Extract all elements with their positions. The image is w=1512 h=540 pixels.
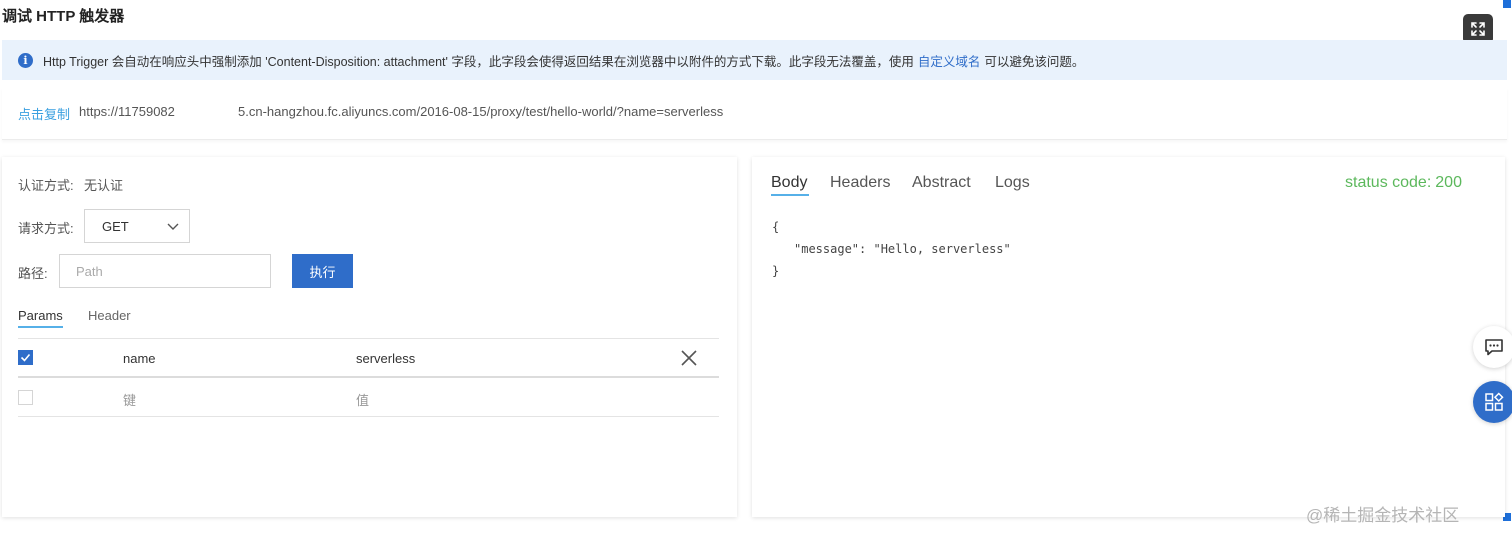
- run-button[interactable]: 执行: [292, 254, 353, 288]
- method-select[interactable]: GET: [84, 209, 190, 243]
- corner-marker: [1503, 0, 1511, 8]
- tab-body[interactable]: Body: [771, 174, 807, 192]
- tab-header[interactable]: Header: [88, 308, 131, 323]
- expand-icon: [1471, 22, 1485, 36]
- divider: [18, 338, 719, 339]
- code-line: "message": "Hello, serverless": [794, 242, 1011, 256]
- auth-value: 无认证: [84, 178, 124, 193]
- divider: [18, 416, 719, 417]
- chevron-down-icon: [167, 223, 179, 230]
- apps-icon: [1485, 392, 1504, 411]
- tab-headers[interactable]: Headers: [830, 174, 890, 192]
- close-icon: [681, 350, 697, 366]
- delete-param-button[interactable]: [680, 349, 698, 367]
- feedback-button[interactable]: [1473, 326, 1512, 368]
- path-input[interactable]: [59, 254, 271, 288]
- apps-button[interactable]: [1473, 381, 1512, 423]
- method-label: 请求方式:: [18, 221, 74, 236]
- code-line: {: [772, 220, 780, 234]
- notice-text: Http Trigger 会自动在响应头中强制添加 'Content-Dispo…: [43, 54, 914, 69]
- param-value[interactable]: serverless: [356, 351, 415, 366]
- new-param-value[interactable]: 值: [356, 390, 369, 409]
- watermark: @稀土掘金技术社区: [1306, 506, 1460, 525]
- tab-abstract[interactable]: Abstract: [912, 174, 971, 192]
- method-value: GET: [102, 218, 129, 234]
- notice-banner: i Http Trigger 会自动在响应头中强制添加 'Content-Dis…: [2, 40, 1507, 80]
- auth-label: 认证方式:: [18, 178, 74, 193]
- status-code: status code: 200: [1345, 174, 1462, 192]
- url-row: [2, 88, 1507, 140]
- trigger-url-part1: https://11759082: [79, 104, 175, 119]
- code-line: }: [772, 264, 780, 278]
- tab-params[interactable]: Params: [18, 308, 63, 323]
- response-body: { "message": "Hello, serverless" }: [772, 216, 1011, 282]
- trigger-url-part2: 5.cn-hangzhou.fc.aliyuncs.com/2016-08-15…: [238, 104, 724, 119]
- status-label: status code:: [1345, 174, 1432, 191]
- tab-logs[interactable]: Logs: [995, 174, 1030, 192]
- response-panel: [752, 157, 1505, 517]
- custom-domain-link[interactable]: 自定义域名: [918, 51, 981, 70]
- page-title: 调试 HTTP 触发器: [2, 8, 125, 25]
- param-checkbox[interactable]: [18, 350, 33, 365]
- chat-icon: [1485, 339, 1503, 356]
- param-key[interactable]: name: [123, 351, 156, 366]
- path-label: 路径:: [18, 266, 48, 281]
- notice-text-tail: 可以避免该问题。: [984, 54, 1085, 69]
- active-tab-indicator: [771, 194, 809, 196]
- info-icon: i: [18, 52, 33, 68]
- status-value: 200: [1435, 174, 1462, 191]
- copy-url-link[interactable]: 点击复制: [18, 104, 70, 123]
- new-param-checkbox[interactable]: [18, 390, 33, 405]
- active-tab-indicator: [18, 326, 63, 328]
- check-icon: [20, 353, 31, 362]
- new-param-key[interactable]: 键: [123, 390, 136, 409]
- divider: [18, 376, 719, 378]
